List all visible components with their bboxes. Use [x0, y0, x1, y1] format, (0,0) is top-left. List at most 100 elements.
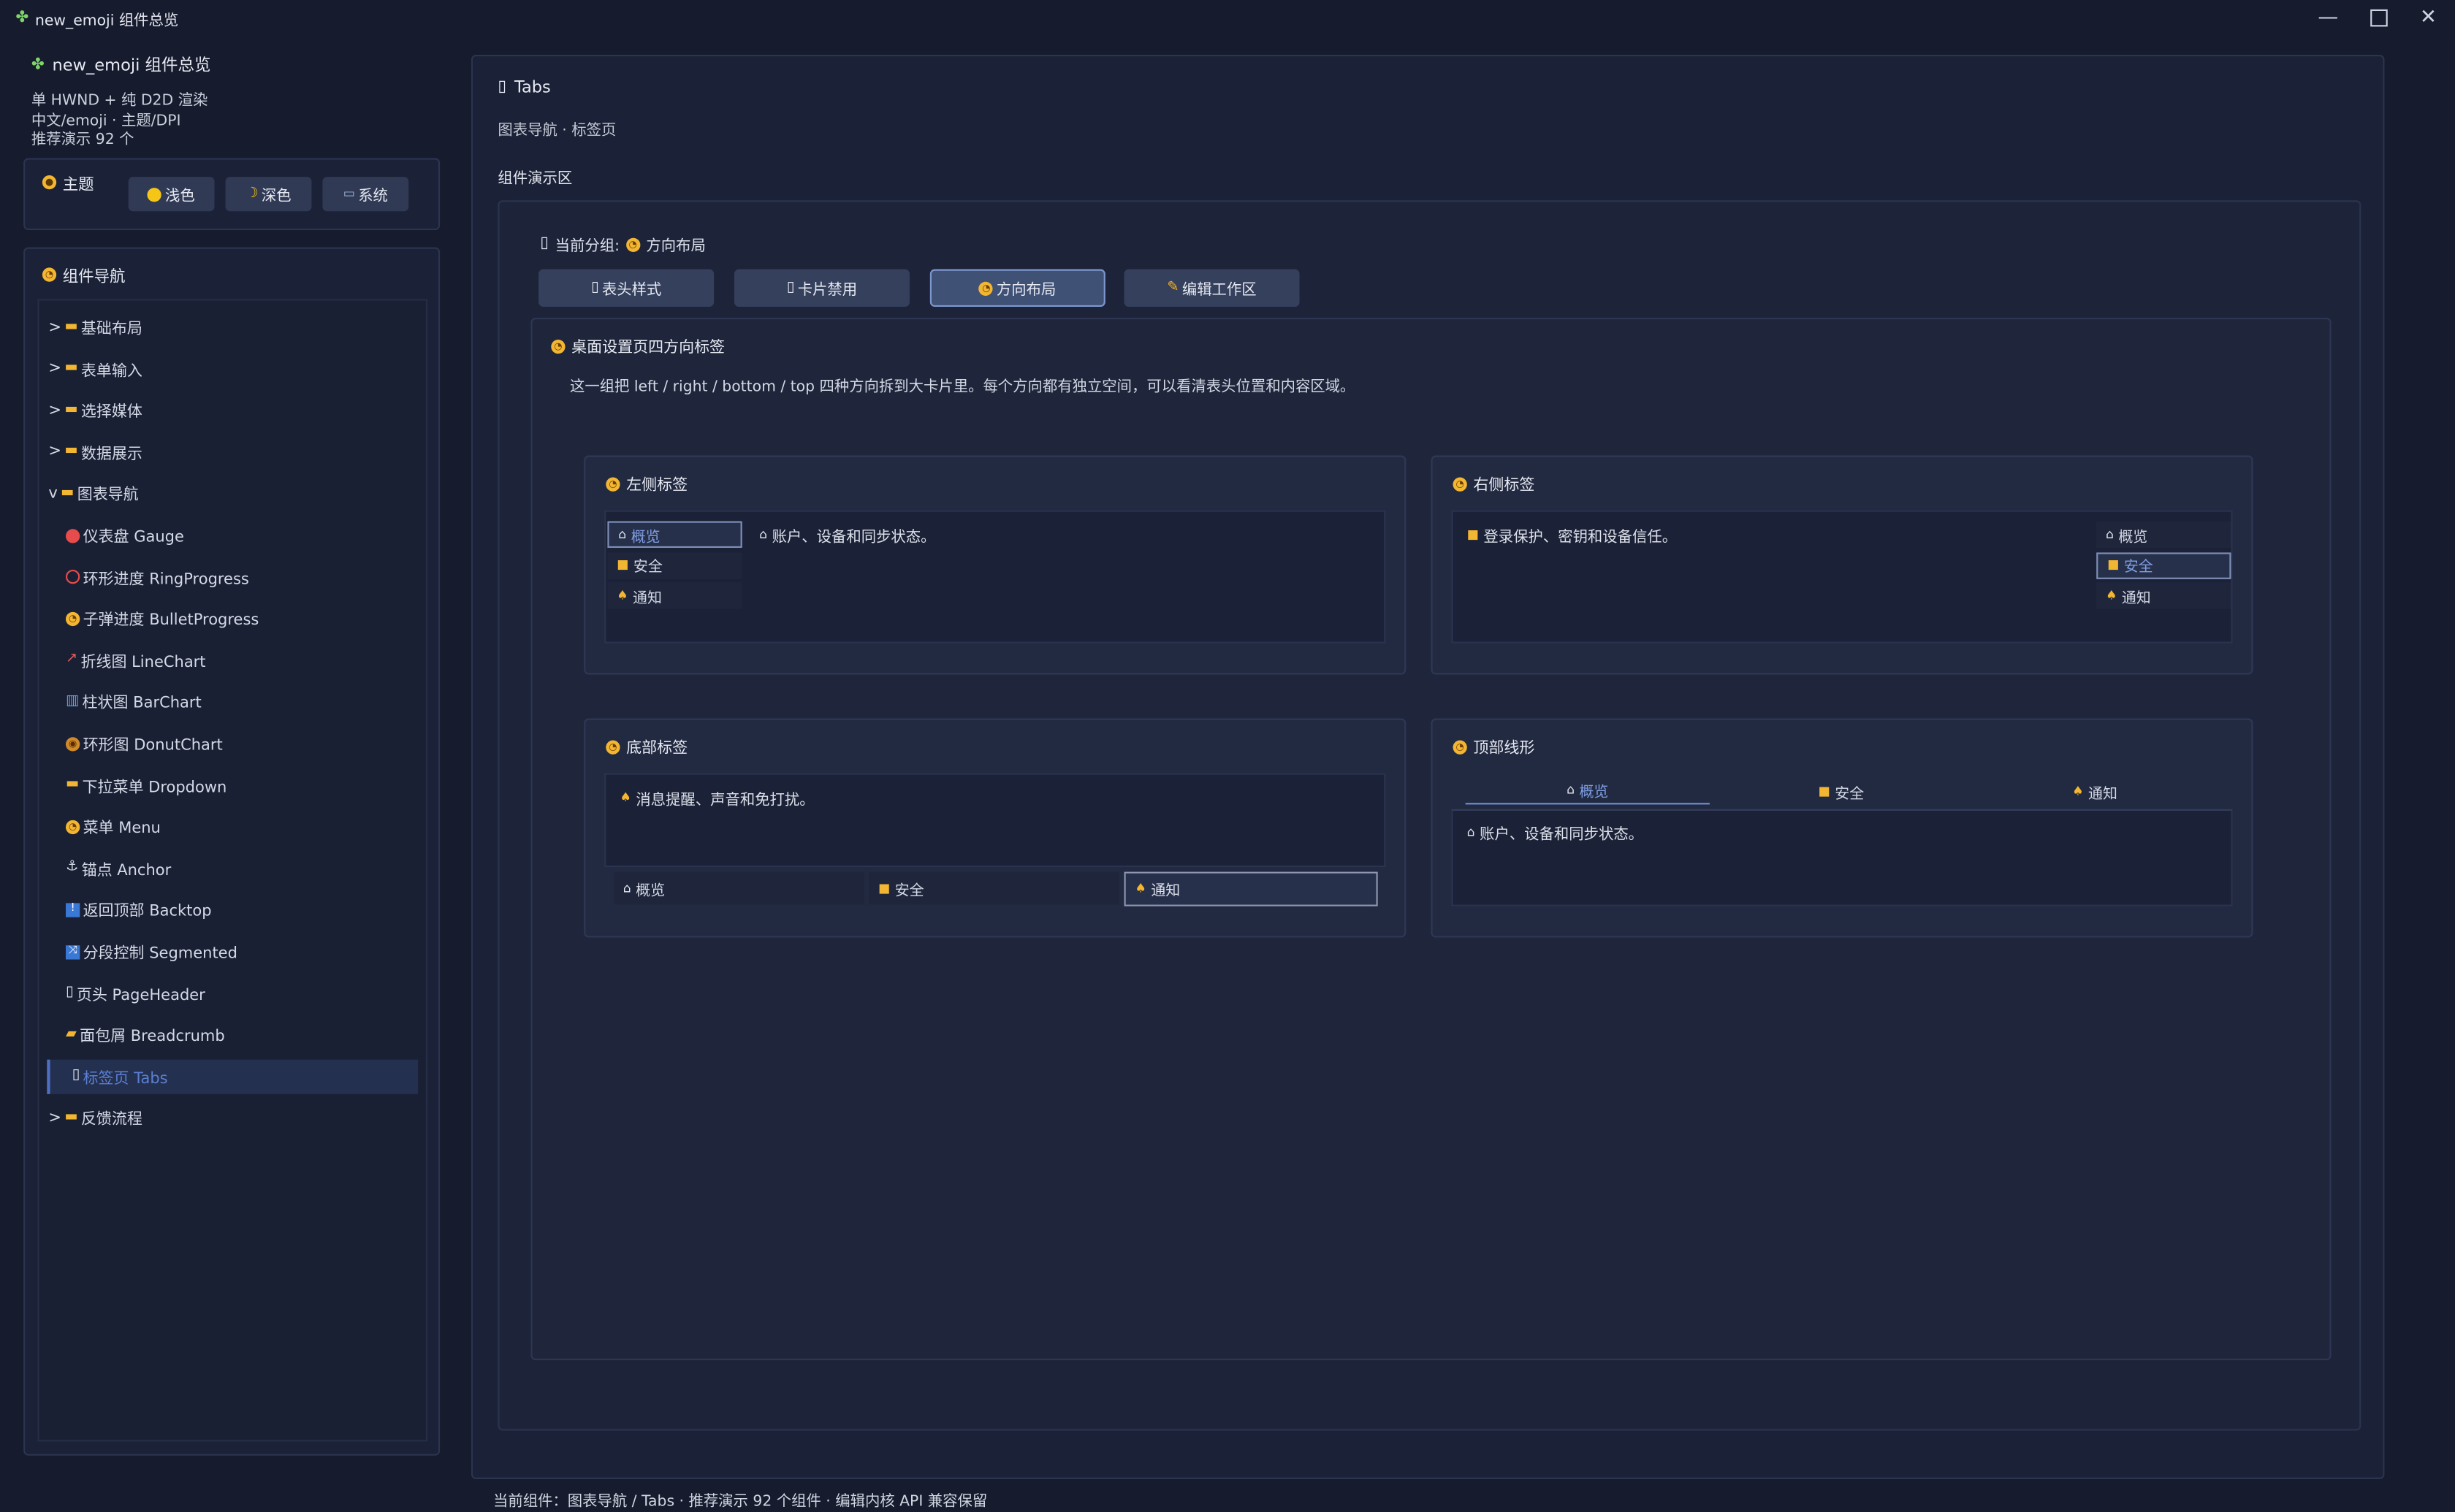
maximize-icon — [2370, 8, 2387, 26]
group-button-label: 表头样式 — [601, 281, 662, 299]
theme-light-button[interactable]: 浅色 — [128, 177, 215, 212]
dart-icon — [65, 528, 80, 543]
shuffle-icon: ⤨ — [65, 944, 80, 959]
box-title: ◔ 右侧标签 — [1453, 473, 1534, 495]
sidebar-header: ✤ new_emoji 组件总览 — [31, 53, 438, 77]
folder-icon: ▬ — [64, 443, 78, 459]
nav-item-anchor[interactable]: ⚓ 锚点 Anchor — [66, 851, 419, 885]
nav-label-text: 组件导航 — [62, 269, 126, 287]
right-tabs-panel: ■ 登录保护、密钥和设备信任。 ⌂ 概览 ■ 安全 ♠ 通知 — [1451, 510, 2233, 644]
theme-system-label: 系统 — [358, 188, 388, 205]
tab-overview[interactable]: ⌂ 概览 — [2096, 521, 2231, 548]
nav-group-select-media[interactable]: > ▬ 选择媒体 — [48, 393, 419, 427]
close-button[interactable]: ✕ — [2413, 3, 2444, 31]
page-icon: ▯ — [65, 985, 74, 1001]
nav-item-donut-chart[interactable]: ◉ 环形图 DonutChart — [65, 726, 419, 760]
tab-label: 安全 — [1835, 784, 1865, 803]
page-icon: ▯ — [540, 234, 549, 252]
nav-group-basic-layout[interactable]: > ▬ 基础布局 — [48, 310, 419, 344]
nav-group-chart-nav[interactable]: v ▬ 图表导航 — [48, 476, 419, 511]
nav-item-tabs[interactable]: ▯ 标签页 Tabs — [47, 1059, 419, 1094]
nav-item-label: 数据展示 — [80, 446, 142, 463]
tab-content-text: 账户、设备和同步状态。 — [1480, 826, 1644, 844]
house-icon: ⌂ — [623, 880, 631, 895]
nav-item-line-chart[interactable]: ↗ 折线图 LineChart — [66, 643, 419, 677]
nav-group-data-display[interactable]: > ▬ 数据展示 — [48, 435, 419, 469]
nav-item-menu[interactable]: ◔ 菜单 Menu — [65, 809, 419, 844]
nav-item-breadcrumb[interactable]: ▰ 面包屑 Breadcrumb — [66, 1017, 419, 1052]
nav-item-backtop[interactable]: ! 返回顶部 Backtop — [65, 893, 419, 927]
box-title-text: 顶部线形 — [1473, 740, 1535, 758]
minimize-button[interactable]: — — [2313, 3, 2344, 31]
page-icon: ▯ — [72, 1068, 80, 1084]
nav-item-label: 折线图 LineChart — [80, 654, 206, 671]
nav-item-gauge[interactable]: 仪表盘 Gauge — [65, 518, 419, 552]
compass-icon: ◔ — [65, 611, 80, 626]
tab-label: 安全 — [894, 882, 924, 900]
right-tabs-box: ◔ 右侧标签 ■ 登录保护、密钥和设备信任。 ⌂ 概览 ■ 安全 ♠ 通知 — [1431, 455, 2253, 675]
folder-icon: ▬ — [64, 318, 78, 335]
tab-label: 通知 — [2121, 589, 2151, 607]
sidebar-meta: 单 HWND + 纯 D2D 渲染 中文/emoji · 主题/DPI 推荐演示… — [31, 92, 208, 150]
theme-label: ● 主题 — [42, 171, 94, 194]
bottom-tabs-panel: ♠ 消息提醒、声音和免打扰。 — [604, 773, 1386, 868]
compass-icon: ◔ — [65, 820, 80, 834]
top-tabs-panel: ⌂ 账户、设备和同步状态。 — [1451, 809, 2233, 906]
tab-notify[interactable]: ♠ 通知 — [1973, 778, 2217, 804]
tab-label: 概览 — [1579, 784, 1609, 802]
tab-overview[interactable]: ⌂ 概览 — [607, 521, 742, 548]
tab-notify[interactable]: ♠ 通知 — [2096, 582, 2231, 609]
nav-item-page-header[interactable]: ▯ 页头 PageHeader — [66, 976, 419, 1010]
nav-item-bar-chart[interactable]: ▥ 柱状图 BarChart — [66, 684, 419, 719]
bell-icon: ♠ — [2072, 783, 2084, 798]
nav-item-dropdown[interactable]: ▬ 下拉菜单 Dropdown — [66, 768, 419, 802]
group-button-edit-workspace[interactable]: ✎ 编辑工作区 — [1124, 269, 1300, 307]
tab-label: 概览 — [636, 882, 666, 900]
group-button-card-disabled[interactable]: ▯ 卡片禁用 — [734, 269, 910, 307]
page-subtitle: 图表导航 · 标签页 — [498, 122, 617, 140]
tab-overview[interactable]: ⌂ 概览 — [613, 871, 864, 905]
theme-dark-label: 深色 — [261, 188, 292, 205]
expand-chevron: > — [48, 360, 62, 378]
card-description: 这一组把 left / right / bottom / top 四种方向拆到大… — [569, 378, 1355, 397]
nav-group-form-input[interactable]: > ▬ 表单输入 — [48, 351, 419, 386]
tab-label: 概览 — [2118, 528, 2148, 546]
page-title-text: Tabs — [514, 78, 551, 97]
close-icon: ✕ — [2419, 5, 2437, 29]
palette-icon: ● — [42, 175, 57, 190]
tab-notify[interactable]: ♠ 通知 — [1124, 871, 1378, 906]
nav-group-feedback[interactable]: > ▬ 反馈流程 — [48, 1101, 419, 1135]
maximize-button[interactable] — [2362, 3, 2394, 31]
folder-icon: ▬ — [64, 402, 78, 418]
tab-overview[interactable]: ⌂ 概览 — [1465, 778, 1710, 805]
house-icon: ⌂ — [1466, 825, 1475, 839]
theme-light-label: 浅色 — [165, 188, 195, 205]
group-button-header-style[interactable]: ▯ 表头样式 — [538, 269, 715, 307]
nav-panel: ◔ 组件导航 > ▬ 基础布局 > ▬ 表单输入 > ▬ 选择媒体 > ▬ 数据… — [23, 247, 441, 1456]
nav-tree[interactable]: > ▬ 基础布局 > ▬ 表单输入 > ▬ 选择媒体 > ▬ 数据展示 v ▬ — [37, 299, 427, 1442]
nav-item-ring-progress[interactable]: 环形进度 RingProgress — [65, 560, 419, 594]
nav-item-label: 选择媒体 — [80, 404, 142, 421]
tab-security[interactable]: ■ 安全 — [2096, 551, 2231, 579]
theme-label-text: 主题 — [62, 177, 94, 194]
group-button-direction-layout[interactable]: ◔ 方向布局 — [929, 269, 1105, 307]
nav-item-segmented[interactable]: ⤨ 分段控制 Segmented — [65, 934, 419, 969]
tab-notify[interactable]: ♠ 通知 — [607, 582, 742, 609]
expand-chevron: > — [48, 1110, 62, 1127]
bread-icon: ▰ — [65, 1026, 77, 1042]
folder-open-icon: ▬ — [61, 485, 75, 501]
tab-security[interactable]: ■ 安全 — [607, 551, 742, 579]
theme-system-button[interactable]: ▭ 系统 — [322, 177, 409, 212]
folder-icon: ▬ — [64, 1110, 78, 1126]
compass-icon: ◔ — [42, 267, 57, 282]
meta-line: 中文/emoji · 主题/DPI — [31, 112, 181, 129]
nav-item-label: 反馈流程 — [80, 1112, 142, 1129]
nav-item-label: 下拉菜单 Dropdown — [82, 779, 227, 796]
nav-item-bullet-progress[interactable]: ◔ 子弹进度 BulletProgress — [65, 601, 419, 635]
tab-security[interactable]: ■ 安全 — [869, 871, 1120, 905]
theme-dark-button[interactable]: ☽ 深色 — [225, 177, 312, 212]
group-value: 方向布局 — [646, 237, 706, 256]
house-icon: ⌂ — [759, 527, 768, 542]
tab-content-text: 消息提醒、声音和免打扰。 — [636, 792, 815, 809]
tab-security[interactable]: ■ 安全 — [1719, 778, 1963, 804]
